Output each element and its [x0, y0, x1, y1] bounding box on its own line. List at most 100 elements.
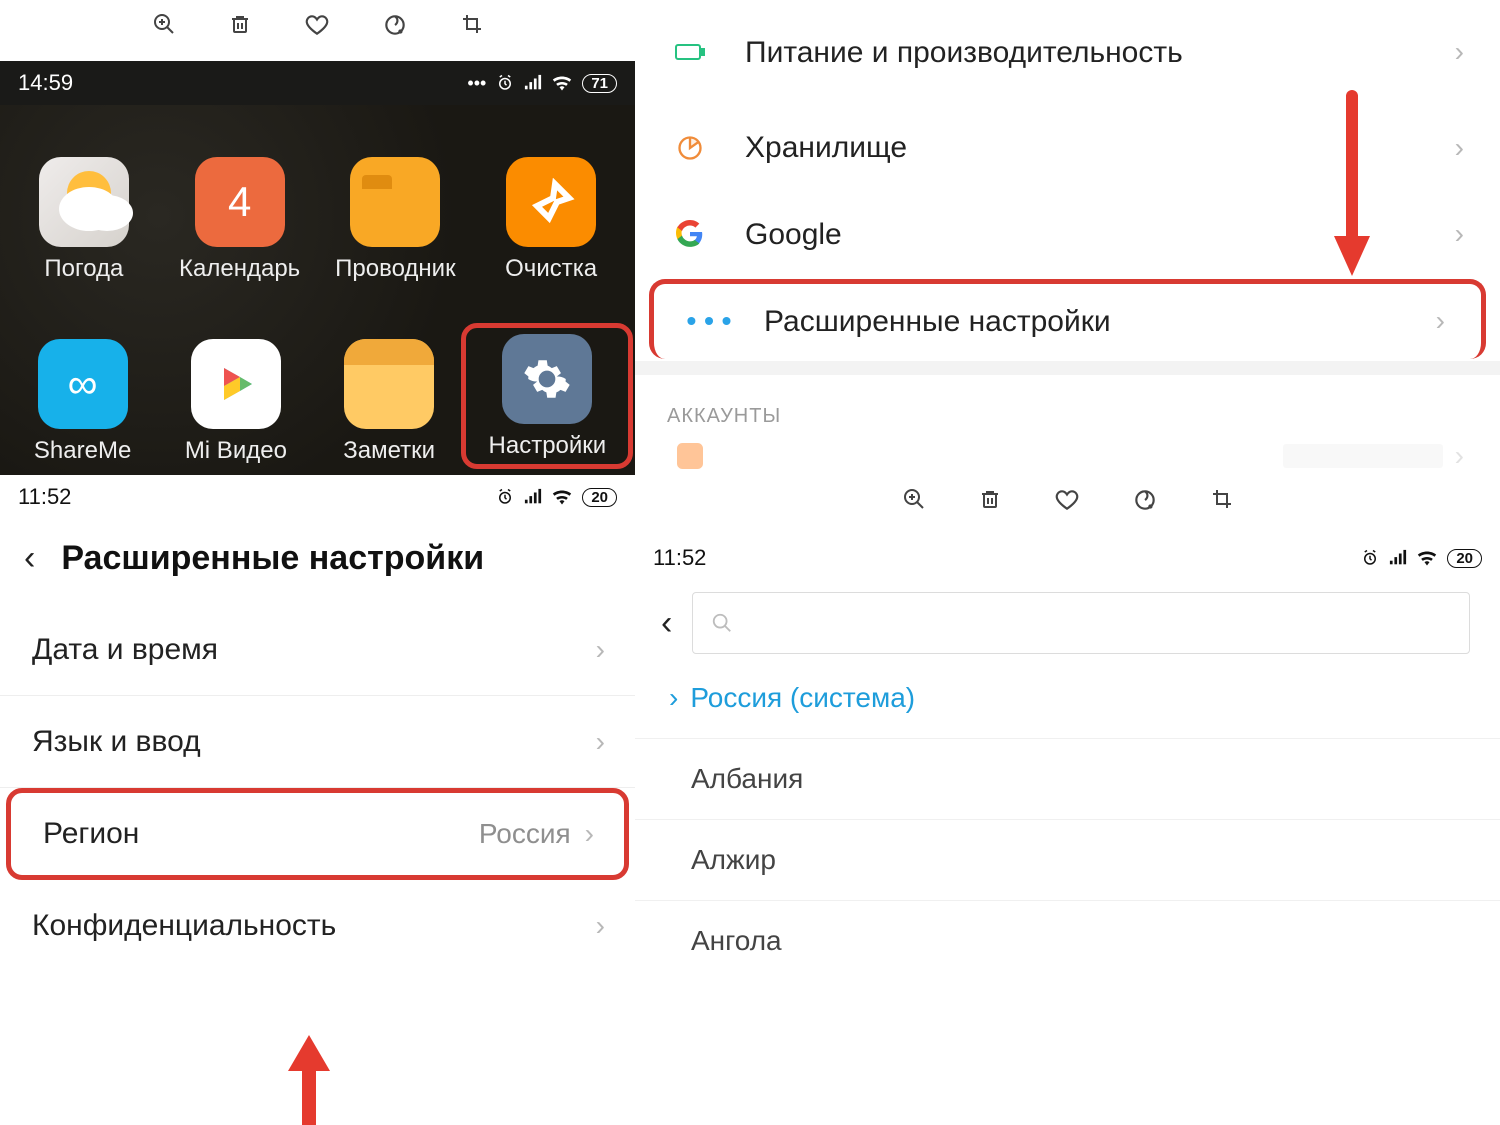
search-icon	[711, 612, 733, 634]
delete-icon[interactable]	[978, 487, 1002, 520]
favorite-icon[interactable]	[1054, 487, 1080, 520]
row-privacy[interactable]: Конфиденциальность ›	[0, 880, 635, 972]
app-row-2: ∞ ShareMe Mi Видео Заметки Настройки	[6, 301, 629, 465]
panel-homescreen: 14:59 ••• 71 Погода 4 Календарь Проводни…	[0, 0, 635, 475]
row-miaccount-cut: ›	[635, 438, 1500, 476]
highlight-settings: Настройки	[461, 323, 633, 469]
row-region[interactable]: Регион Россия ›	[6, 788, 629, 880]
pie-icon	[635, 134, 745, 162]
app-explorer[interactable]: Проводник	[320, 157, 470, 283]
alarm-icon	[496, 488, 514, 506]
app-mivideo[interactable]: Mi Видео	[161, 339, 311, 465]
region-option[interactable]: Ангола	[635, 900, 1500, 981]
search-input[interactable]	[692, 592, 1470, 654]
row-language-input[interactable]: Язык и ввод ›	[0, 696, 635, 788]
app-weather[interactable]: Погода	[9, 157, 159, 283]
google-icon	[635, 220, 745, 248]
row-value: Россия	[479, 818, 571, 850]
status-bar: 14:59 ••• 71	[0, 61, 635, 105]
signal-icon	[524, 74, 542, 92]
chevron-right-icon: ›	[1455, 132, 1464, 164]
wifi-icon	[1417, 550, 1437, 566]
wifi-icon	[552, 489, 572, 505]
signal-icon	[1389, 549, 1407, 567]
back-button[interactable]: ‹	[24, 539, 35, 578]
app-calendar[interactable]: 4 Календарь	[165, 157, 315, 283]
zoom-icon[interactable]	[152, 12, 176, 45]
chevron-right-icon: ›	[585, 818, 594, 850]
weather-icon	[39, 157, 129, 247]
blurred-value	[1283, 444, 1443, 468]
crop-icon[interactable]	[1210, 487, 1234, 520]
signal-icon	[524, 488, 542, 506]
more-icon: •••	[467, 73, 486, 94]
back-button[interactable]: ‹	[661, 604, 672, 643]
folder-icon	[350, 157, 440, 247]
chevron-right-icon: ›	[669, 682, 678, 714]
page-title: Расширенные настройки	[61, 539, 484, 578]
app-row-1: Погода 4 Календарь Проводник Очистка	[6, 119, 629, 283]
row-google[interactable]: Google ›	[635, 191, 1500, 277]
row-label: Питание и производительность	[745, 34, 1455, 72]
wifi-icon	[552, 75, 572, 91]
favorite-icon[interactable]	[304, 12, 330, 45]
alarm-icon	[496, 74, 514, 92]
app-shareme[interactable]: ∞ ShareMe	[8, 339, 158, 465]
status-icons: ••• 71	[467, 73, 617, 94]
row-advanced-settings[interactable]: • • • Расширенные настройки ›	[649, 279, 1486, 358]
app-label: ShareMe	[34, 437, 131, 465]
mi-icon	[635, 443, 745, 469]
battery-indicator: 20	[1447, 549, 1482, 568]
chevron-right-icon: ›	[1455, 218, 1464, 250]
crop-icon[interactable]	[460, 12, 484, 45]
chevron-right-icon: ›	[1436, 305, 1445, 337]
battery-indicator: 71	[582, 74, 617, 93]
status-bar: 11:52 20	[0, 475, 635, 519]
delete-icon[interactable]	[228, 12, 252, 45]
chevron-right-icon: ›	[1455, 440, 1464, 472]
infinity-icon: ∞	[38, 339, 128, 429]
app-notes[interactable]: Заметки	[314, 339, 464, 465]
app-label: Заметки	[343, 437, 435, 465]
alarm-icon	[1361, 549, 1379, 567]
row-label: Google	[745, 216, 1455, 254]
row-datetime[interactable]: Дата и время ›	[0, 604, 635, 696]
status-time: 11:52	[653, 545, 706, 571]
app-label: Проводник	[335, 255, 455, 283]
app-cleaner[interactable]: Очистка	[476, 157, 626, 283]
chevron-right-icon: ›	[596, 726, 605, 758]
region-option[interactable]: Алжир	[635, 819, 1500, 900]
status-time: 11:52	[18, 484, 71, 510]
app-settings[interactable]: Настройки	[472, 334, 622, 460]
gear-icon	[502, 334, 592, 424]
row-storage[interactable]: Хранилище ›	[635, 105, 1500, 191]
image-viewer-toolbar	[635, 475, 1500, 536]
app-label: Погода	[44, 255, 123, 283]
panel-settings-list: Питание и производительность › Хранилище…	[635, 0, 1500, 475]
battery-icon	[635, 41, 745, 63]
search-header: ‹	[635, 580, 1500, 672]
app-label: Mi Видео	[185, 437, 287, 465]
status-icons: 20	[1361, 549, 1482, 568]
edit-icon[interactable]	[382, 12, 408, 45]
row-label: Регион	[43, 817, 139, 851]
zoom-icon[interactable]	[902, 487, 926, 520]
app-label: Календарь	[179, 255, 300, 283]
play-icon	[191, 339, 281, 429]
row-power[interactable]: Питание и производительность ›	[635, 0, 1500, 105]
home-grid: Погода 4 Календарь Проводник Очистка ∞ S…	[0, 105, 635, 475]
region-option[interactable]: Албания	[635, 738, 1500, 819]
edit-icon[interactable]	[1132, 487, 1158, 520]
calendar-icon: 4	[195, 157, 285, 247]
header: ‹ Расширенные настройки	[0, 519, 635, 604]
status-bar: 11:52 20	[635, 536, 1500, 580]
notes-icon	[344, 339, 434, 429]
region-current-label: Россия (система)	[690, 682, 915, 714]
row-label: Расширенные настройки	[764, 303, 1436, 341]
more-icon: • • •	[654, 305, 764, 337]
region-current[interactable]: › Россия (система)	[635, 672, 1500, 738]
status-time: 14:59	[18, 70, 73, 96]
chevron-right-icon: ›	[596, 634, 605, 666]
row-label: Язык и ввод	[32, 725, 201, 759]
image-viewer-toolbar	[0, 0, 635, 61]
